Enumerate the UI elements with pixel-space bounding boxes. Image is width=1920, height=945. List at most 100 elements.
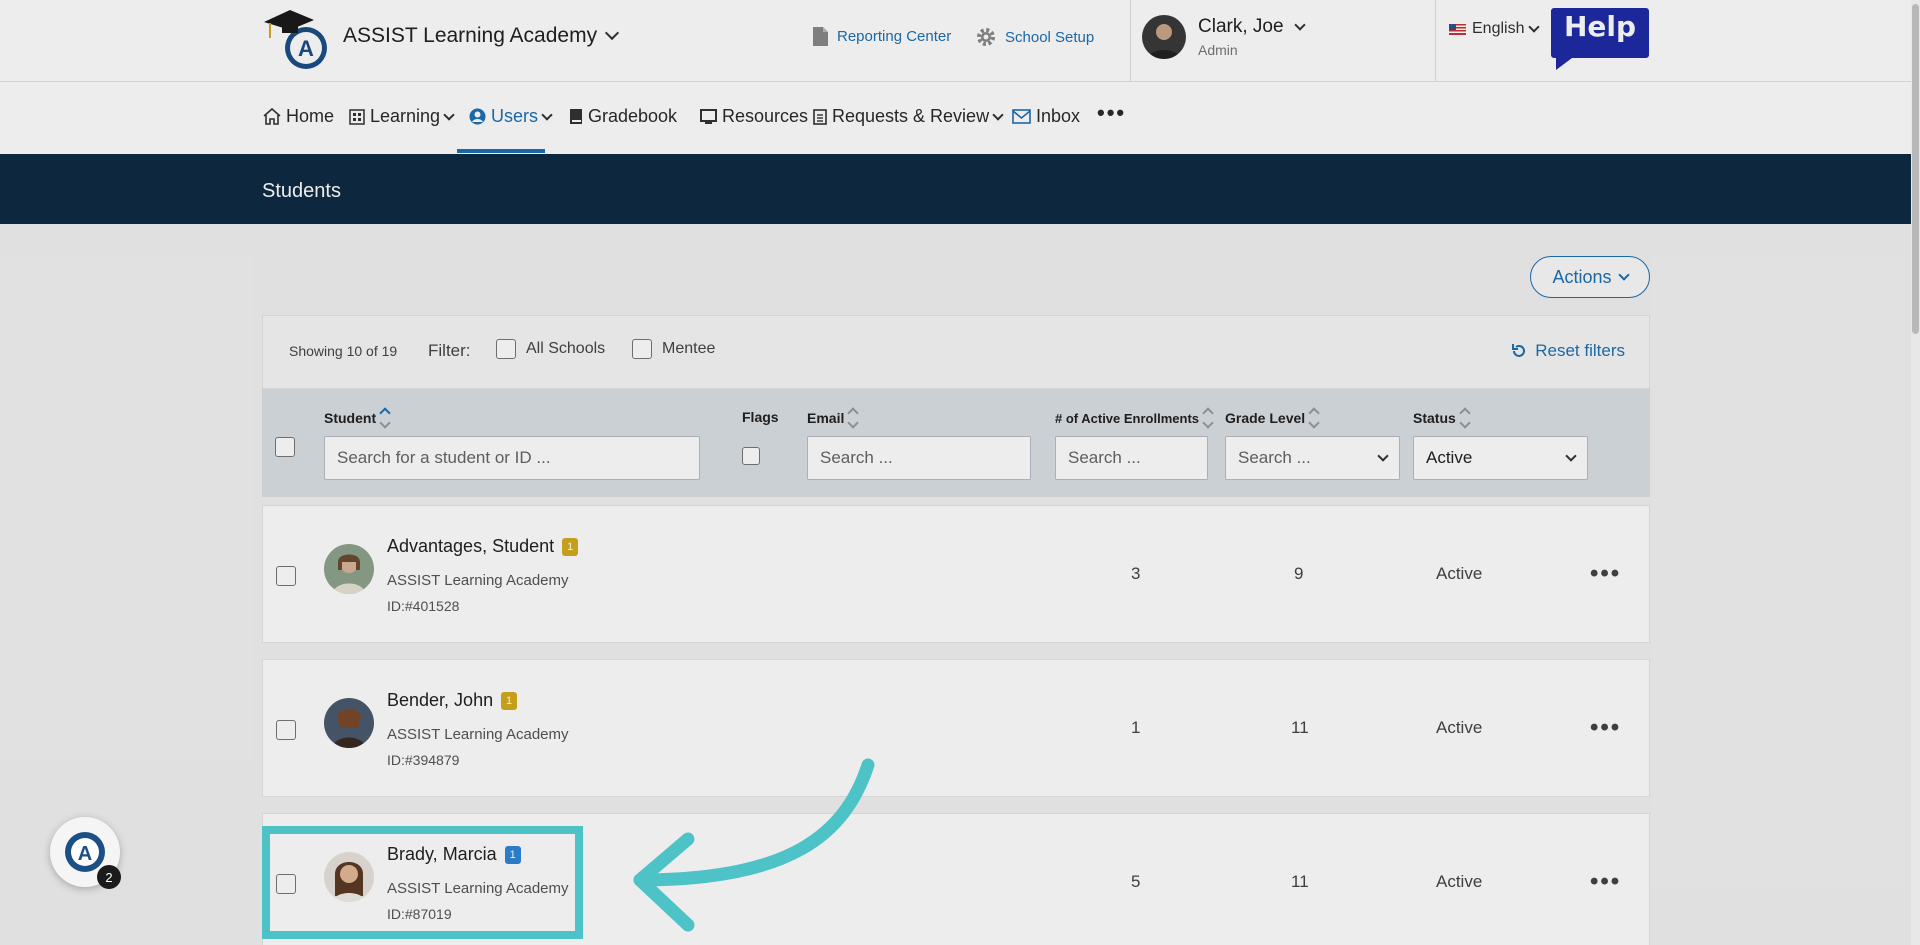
flag-badge[interactable]: 1 [504,845,521,864]
filter-label: Filter: [428,341,471,360]
row-checkbox[interactable] [276,874,296,894]
grid-icon [349,108,365,125]
student-name-link[interactable]: Brady, Marcia 1 [387,844,521,865]
nav-home[interactable]: Home [263,106,334,127]
divider [1130,0,1131,82]
grade-select-value: Search ... [1238,448,1311,467]
table-row[interactable]: Advantages, Student 1 ASSIST Learning Ac… [262,505,1650,643]
status-select-value: Active [1426,448,1473,467]
row-checkbox[interactable] [276,566,296,586]
actions-button[interactable]: Actions [1530,256,1650,298]
email-search-input[interactable]: Search ... [807,436,1031,480]
top-bar: A ASSIST Learning Academy Reporting Cent… [0,0,1920,82]
language-label: English [1472,20,1525,37]
nav-users-label: Users [491,106,539,126]
mentee-filter[interactable]: Mentee [632,339,715,359]
student-school: ASSIST Learning Academy [387,726,569,743]
enrollments-search-input[interactable]: Search ... [1055,436,1208,480]
email-search-placeholder: Search ... [820,448,893,467]
column-flags-label: Flags [742,409,779,425]
nav-users[interactable]: Users [469,106,553,127]
all-schools-filter[interactable]: All Schools [496,339,605,359]
document-icon [813,27,828,46]
mentee-label: Mentee [662,340,716,357]
column-grade-label: Grade Level [1225,410,1306,426]
school-logo[interactable]: A [262,4,332,70]
row-menu-button[interactable]: ••• [1590,560,1621,588]
column-student-label: Student [324,410,377,426]
reporting-center-link[interactable]: Reporting Center [812,26,951,47]
user-avatar [1142,15,1186,59]
sort-icon[interactable] [1308,407,1320,429]
help-button[interactable]: Help [1550,6,1650,70]
enrollments-search-placeholder: Search ... [1068,448,1141,467]
mentee-checkbox[interactable] [632,339,652,359]
school-setup-link[interactable]: School Setup [975,26,1094,48]
nav-resources[interactable]: Resources [700,106,808,127]
table-row[interactable]: Bender, John 1 ASSIST Learning Academy I… [262,659,1650,797]
nav-requests-review[interactable]: Requests & Review [813,106,1004,127]
language-selector[interactable]: English [1449,20,1541,38]
status-value: Active [1436,872,1483,891]
user-menu[interactable]: Clark, Joe Admin [1142,15,1306,59]
flag-badge[interactable]: 1 [562,537,579,556]
chevron-down-icon [1377,450,1389,462]
table-header: Student Search for a student or ID ... F… [262,389,1650,497]
student-avatar [324,852,374,902]
column-student[interactable]: Student [324,407,391,429]
student-id: ID:#87019 [387,906,452,922]
nav-gradebook-label: Gradebook [588,106,678,126]
sort-icon[interactable] [379,407,391,429]
nav-inbox[interactable]: Inbox [1012,106,1080,127]
column-enrollments[interactable]: # of Active Enrollments [1055,407,1214,429]
select-all-checkbox[interactable] [275,437,295,457]
sort-icon[interactable] [1202,407,1214,429]
student-avatar [324,698,374,748]
student-name-link[interactable]: Advantages, Student 1 [387,536,579,557]
chevron-down-icon [541,108,553,121]
chevron-down-icon [1528,21,1541,33]
grade-level: 9 [1294,564,1304,583]
chevron-down-icon [605,25,620,41]
row-menu-button[interactable]: ••• [1590,868,1621,896]
all-schools-checkbox[interactable] [496,339,516,359]
student-school: ASSIST Learning Academy [387,572,569,589]
scrollbar-thumb[interactable] [1912,4,1919,334]
status-value: Active [1436,564,1483,583]
nav-gradebook[interactable]: Gradebook [569,106,677,127]
student-school: ASSIST Learning Academy [387,880,569,897]
reporting-center-label: Reporting Center [837,28,952,45]
flag-badge[interactable]: 1 [501,691,518,710]
row-menu-button[interactable]: ••• [1590,714,1621,742]
column-status[interactable]: Status [1413,407,1471,429]
flags-filter-checkbox[interactable] [742,447,760,465]
nav-home-label: Home [286,106,335,126]
nav-inbox-label: Inbox [1036,106,1081,126]
column-email-label: Email [807,410,845,426]
actions-label: Actions [1552,266,1612,287]
sort-icon[interactable] [1459,407,1471,429]
user-role: Admin [1198,42,1238,58]
sort-icon[interactable] [847,407,860,429]
grade-level-select[interactable]: Search ... [1225,436,1400,480]
gear-icon [977,28,995,46]
student-avatar [324,544,374,594]
more-icon: ••• [1097,100,1127,125]
student-name: Bender, John [387,690,494,710]
student-name-link[interactable]: Bender, John 1 [387,690,518,711]
nav-learning[interactable]: Learning [349,106,455,127]
school-name: ASSIST Learning Academy [343,24,598,47]
row-checkbox[interactable] [276,720,296,740]
status-select[interactable]: Active [1413,436,1588,480]
divider [1435,0,1436,82]
school-switcher[interactable]: ASSIST Learning Academy [343,24,620,48]
clipboard-icon [813,109,827,125]
reset-filters-button[interactable]: Reset filters [1511,341,1625,361]
student-search-input[interactable]: Search for a student or ID ... [324,436,700,480]
table-row[interactable]: Brady, Marcia 1 ASSIST Learning Academy … [262,813,1650,945]
column-grade-level[interactable]: Grade Level [1225,407,1320,429]
column-flags: Flags [742,409,779,425]
column-email[interactable]: Email [807,407,860,429]
chevron-down-icon [992,108,1004,121]
nav-more-button[interactable]: ••• [1097,100,1126,126]
